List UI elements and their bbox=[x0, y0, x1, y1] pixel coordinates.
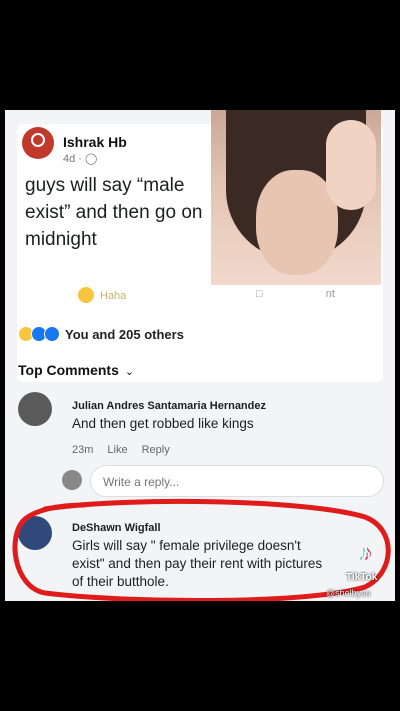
globe-icon: ◯ bbox=[85, 153, 98, 165]
comment-author[interactable]: DeShawn Wigfall bbox=[72, 522, 161, 534]
reaction-count: You and 205 others bbox=[65, 326, 184, 342]
reply-button[interactable]: Reply bbox=[142, 444, 170, 456]
comment-author[interactable]: Julian Andres Santamaria Hernandez bbox=[72, 400, 266, 412]
comment-text-line: Girls will say " female privilege doesn'… bbox=[72, 538, 301, 553]
avatar[interactable] bbox=[18, 516, 52, 550]
tiktok-watermark: TikTok bbox=[346, 572, 378, 583]
avatar[interactable] bbox=[22, 127, 54, 159]
chevron-down-icon: ⌄ bbox=[124, 366, 135, 378]
like-button[interactable]: Like bbox=[107, 444, 127, 456]
comment-button-label: nt bbox=[325, 288, 335, 300]
reply-box[interactable] bbox=[90, 465, 384, 497]
tiktok-handle: @shelbysu bbox=[326, 588, 371, 598]
comment-text-line: of their butthole. bbox=[72, 574, 169, 589]
comment-button[interactable]: □ nt bbox=[256, 288, 335, 300]
reply-input[interactable] bbox=[101, 474, 365, 490]
post-meta: 4d · ◯ bbox=[63, 152, 97, 165]
post-author[interactable]: Ishrak Hb bbox=[63, 134, 127, 150]
haha-icon[interactable] bbox=[78, 287, 94, 303]
reaction-summary[interactable]: You and 205 others bbox=[18, 326, 184, 342]
comment-icon: □ bbox=[256, 288, 263, 300]
comment-text-line: exist" and then pay their rent with pict… bbox=[72, 556, 323, 571]
post-time: 4d · bbox=[63, 153, 86, 165]
comment-time: 23m bbox=[72, 444, 94, 456]
haha-button-label[interactable]: Haha bbox=[100, 290, 126, 302]
care-reaction-icon bbox=[44, 326, 60, 342]
top-comments-filter[interactable]: Top Comments ⌄ bbox=[18, 362, 134, 378]
top-comments-label: Top Comments bbox=[18, 362, 119, 378]
comment-actions: 23m Like Reply bbox=[72, 444, 184, 456]
comment-text: And then get robbed like kings bbox=[72, 416, 254, 431]
photo-hand bbox=[326, 120, 376, 210]
comment-text: Girls will say " female privilege doesn'… bbox=[72, 537, 322, 591]
avatar bbox=[62, 470, 82, 490]
tiktok-logo-icon: ♪ bbox=[360, 540, 371, 565]
avatar[interactable] bbox=[18, 392, 52, 426]
overlay-photo bbox=[211, 110, 381, 285]
